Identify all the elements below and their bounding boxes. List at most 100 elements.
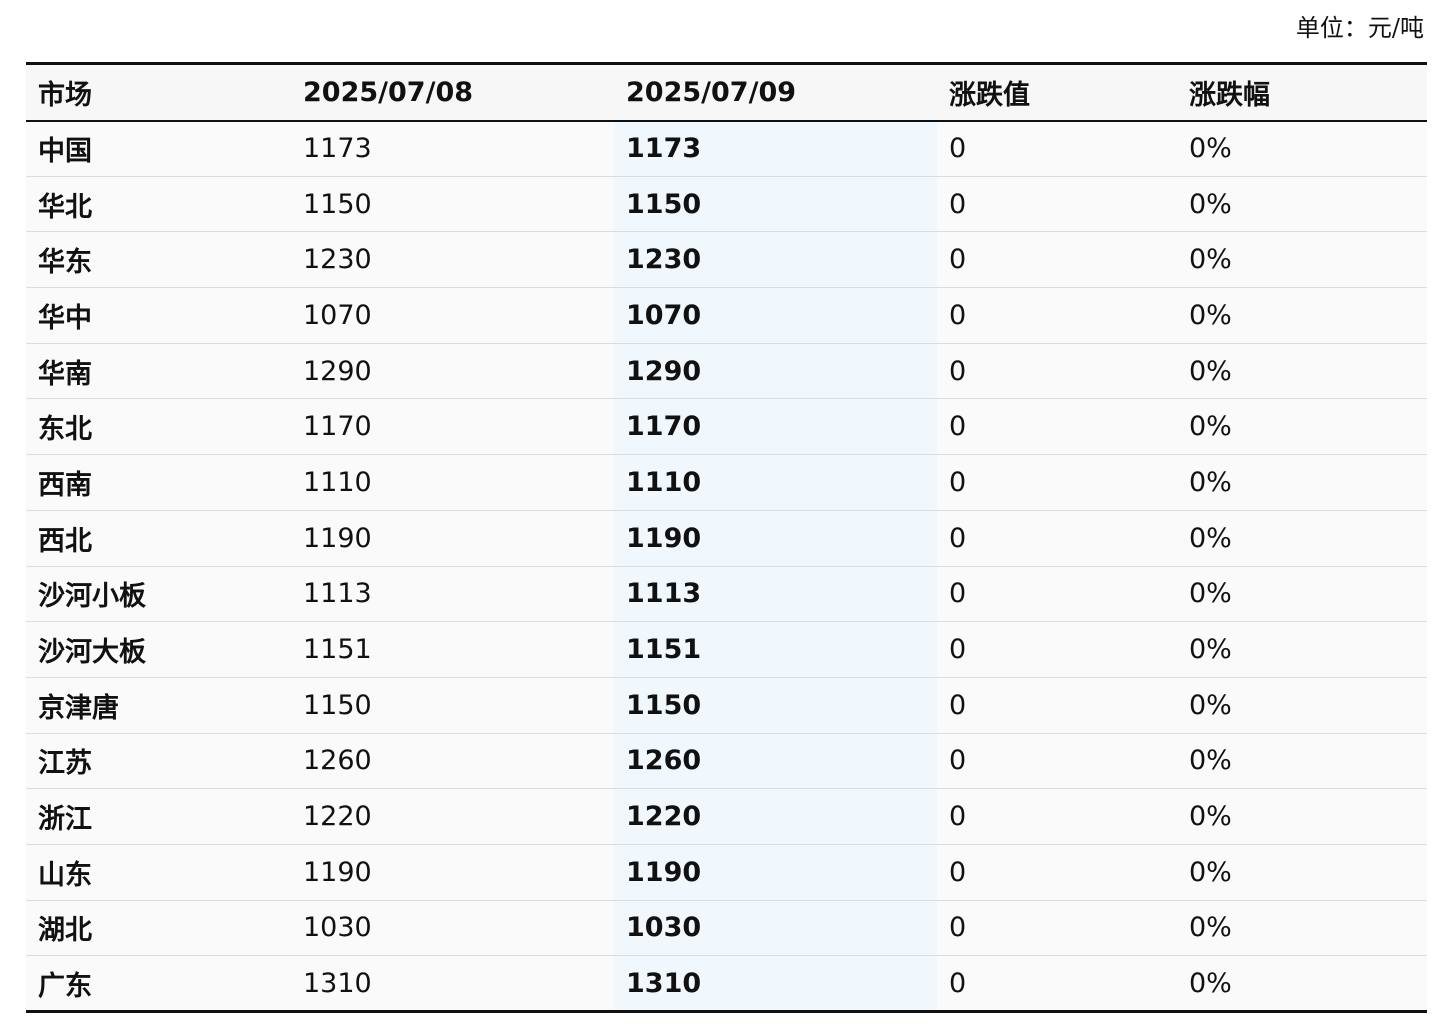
price-date-2-cell: 1260	[614, 733, 937, 790]
price-date-2-cell: 1190	[614, 844, 937, 901]
change-cell: 0	[949, 967, 967, 999]
change-cell: 0	[937, 120, 1177, 177]
price-date-1-cell: 1220	[291, 788, 614, 845]
table-row: 京津唐 1150 1150 0 0%	[26, 677, 1427, 734]
change-cell: 0	[937, 566, 1177, 623]
table-body: 中国 1173 1173 0 0% 华北 1150 1150 0 0% 华东 1230 1230 0 0% 华…	[26, 120, 1427, 1012]
change-cell: 0	[937, 621, 1177, 678]
table-row: 西南 1110 1110 0 0%	[26, 454, 1427, 511]
table-row: 广东 1310 1310 0 0%	[26, 955, 1427, 1012]
change-pct-cell: 0%	[1177, 733, 1427, 790]
price-table: 市场 2025/07/08 2025/07/09 涨跌值 涨跌幅 中国 1173 1…	[26, 62, 1427, 1013]
market-cell: 西南	[26, 454, 291, 511]
change-cell: 0	[937, 844, 1177, 901]
change-cell: 0	[937, 454, 1177, 511]
change-pct-cell: 0%	[1177, 621, 1427, 678]
header-date-1: 2025/07/08	[291, 63, 614, 122]
change-cell: 0	[937, 231, 1177, 289]
market-cell: 京津唐	[26, 677, 291, 734]
price-date-2-cell: 1150	[614, 176, 937, 233]
price-date-1-cell: 1190	[291, 844, 614, 901]
price-date-2-cell: 1070	[614, 287, 937, 344]
price-date-1-cell: 1190	[291, 510, 614, 567]
price-date-2-cell: 1030	[614, 900, 937, 957]
header-row: 市场 2025/07/08 2025/07/09 涨跌值 涨跌幅	[26, 63, 1427, 122]
price-date-2-cell: 1150	[614, 677, 937, 734]
price-date-1-cell: 1260	[291, 733, 614, 790]
market-cell: 浙江	[26, 788, 291, 845]
change-pct-cell: 0%	[1177, 510, 1427, 567]
table-row: 华北 1150 1150 0 0%	[26, 176, 1427, 233]
table-row: 西北 1190 1190 0 0%	[26, 510, 1427, 567]
change-cell: 0	[937, 677, 1177, 734]
table-row: 湖北 1030 1030 0 0%	[26, 900, 1427, 957]
price-date-2-cell: 1230	[614, 231, 937, 289]
market-cell: 西北	[26, 510, 291, 567]
change-cell: 0	[937, 398, 1177, 456]
change-pct-cell: 0%	[1189, 967, 1232, 999]
price-date-2-cell: 1310	[614, 955, 937, 1012]
price-date-1-cell: 1070	[291, 287, 614, 344]
price-date-1-cell: 1150	[291, 176, 614, 233]
header-change: 涨跌值	[937, 63, 1177, 122]
market-cell: 山东	[26, 844, 291, 901]
price-date-2-cell: 1170	[614, 398, 937, 456]
price-date-1-cell: 1173	[291, 120, 614, 177]
table-row: 东北 1170 1170 0 0%	[26, 398, 1427, 456]
market-cell: 沙河大板	[26, 621, 291, 678]
price-date-2-cell: 1151	[614, 621, 937, 678]
change-pct-cell: 0%	[1177, 176, 1427, 233]
market-cell: 华北	[26, 176, 291, 233]
price-date-2-cell: 1220	[614, 788, 937, 845]
table-row: 华中 1070 1070 0 0%	[26, 287, 1427, 344]
header-date-2: 2025/07/09	[614, 63, 937, 122]
price-date-1-cell: 1113	[291, 566, 614, 623]
price-date-1-cell: 1290	[291, 343, 614, 400]
price-date-1-cell: 1170	[291, 398, 614, 456]
change-cell: 0	[937, 176, 1177, 233]
market-cell: 华东	[26, 231, 291, 289]
change-cell: 0	[937, 343, 1177, 400]
market-cell: 江苏	[26, 733, 291, 790]
market-cell: 中国	[26, 120, 291, 177]
market-cell: 沙河小板	[26, 566, 291, 623]
table-row: 中国 1173 1173 0 0%	[26, 120, 1427, 177]
price-date-2-cell: 1110	[614, 454, 937, 511]
change-pct-cell: 0%	[1177, 566, 1427, 623]
market-cell: 华南	[26, 343, 291, 400]
change-pct-cell: 0%	[1177, 454, 1427, 511]
price-date-1-cell: 1310	[303, 967, 372, 999]
table-row: 江苏 1260 1260 0 0%	[26, 733, 1427, 790]
change-pct-cell: 0%	[1177, 900, 1427, 957]
price-date-1-cell: 1230	[291, 231, 614, 289]
market-cell: 东北	[26, 398, 291, 456]
price-date-2-cell: 1290	[614, 343, 937, 400]
header-market: 市场	[26, 63, 291, 122]
table-row: 沙河大板 1151 1151 0 0%	[26, 621, 1427, 678]
table-row: 沙河小板 1113 1113 0 0%	[26, 566, 1427, 623]
change-cell: 0	[937, 287, 1177, 344]
change-pct-cell: 0%	[1177, 398, 1427, 456]
price-date-1-cell: 1110	[291, 454, 614, 511]
change-pct-cell: 0%	[1177, 343, 1427, 400]
change-cell: 0	[937, 900, 1177, 957]
change-pct-cell: 0%	[1177, 844, 1427, 901]
price-date-1-cell: 1030	[291, 900, 614, 957]
table-row: 华南 1290 1290 0 0%	[26, 343, 1427, 400]
price-date-1-cell: 1151	[291, 621, 614, 678]
change-pct-cell: 0%	[1177, 788, 1427, 845]
price-date-2-cell: 1190	[614, 510, 937, 567]
table-row: 浙江 1220 1220 0 0%	[26, 788, 1427, 845]
price-date-2-cell: 1113	[614, 566, 937, 623]
table-row: 山东 1190 1190 0 0%	[26, 844, 1427, 901]
header-change-pct: 涨跌幅	[1177, 63, 1427, 122]
table-header: 市场 2025/07/08 2025/07/09 涨跌值 涨跌幅	[26, 63, 1427, 122]
price-date-2-cell: 1173	[614, 120, 937, 177]
table-row: 华东 1230 1230 0 0%	[26, 231, 1427, 289]
change-pct-cell: 0%	[1177, 120, 1427, 177]
change-cell: 0	[937, 510, 1177, 567]
price-date-1-cell: 1150	[291, 677, 614, 734]
market-cell: 湖北	[26, 900, 291, 957]
market-cell: 广东	[38, 970, 92, 1002]
change-pct-cell: 0%	[1177, 231, 1427, 289]
